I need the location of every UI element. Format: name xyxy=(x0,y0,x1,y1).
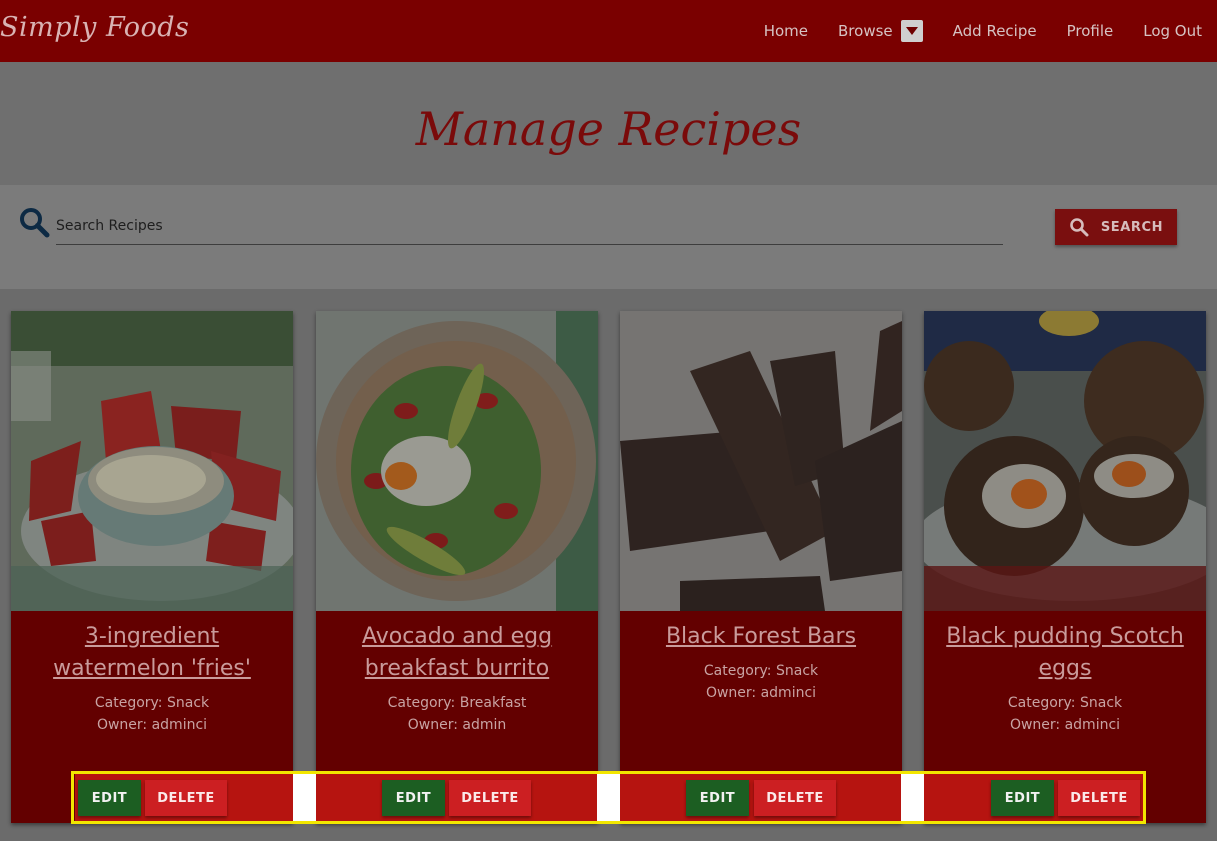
nav-profile-label: Profile xyxy=(1066,22,1114,40)
edit-button[interactable]: EDIT xyxy=(686,780,749,816)
nav-log-out-label: Log Out xyxy=(1143,22,1202,40)
search-input[interactable] xyxy=(56,208,1003,245)
nav-log-out[interactable]: Log Out xyxy=(1128,22,1217,40)
recipe-category: Category: Snack xyxy=(703,663,819,679)
recipe-image[interactable] xyxy=(924,311,1206,611)
recipe-owner: Owner: admin xyxy=(407,717,507,733)
recipe-image[interactable] xyxy=(11,311,293,611)
navbar: Simply Foods Home Browse Add Recipe Prof… xyxy=(0,0,1217,62)
card-gap xyxy=(901,774,924,821)
delete-button[interactable]: DELETE xyxy=(449,780,531,816)
recipe-image[interactable] xyxy=(316,311,598,611)
recipe-card: Black pudding Scotch eggs Category: Snac… xyxy=(924,311,1206,823)
delete-button[interactable]: DELETE xyxy=(1058,780,1140,816)
recipe-image[interactable] xyxy=(620,311,902,611)
recipe-owner: Owner: adminci xyxy=(1009,717,1121,733)
nav-home-label: Home xyxy=(763,22,809,40)
recipe-card: Black Forest Bars Category: Snack Owner:… xyxy=(620,311,902,823)
delete-button[interactable]: DELETE xyxy=(754,780,836,816)
brand-logo[interactable]: Simply Foods xyxy=(0,12,189,43)
recipe-category: Category: Snack xyxy=(94,695,210,711)
page-title: Manage Recipes xyxy=(415,102,802,156)
recipe-owner: Owner: adminci xyxy=(705,685,817,701)
nav-add-recipe[interactable]: Add Recipe xyxy=(938,22,1052,40)
recipe-title-link[interactable]: Black Forest Bars xyxy=(626,621,896,653)
recipe-title-link[interactable]: Black pudding Scotch eggs xyxy=(930,621,1200,685)
recipe-card: 3-ingredient watermelon 'fries' Category… xyxy=(11,311,293,823)
search-button-label: SEARCH xyxy=(1100,219,1164,235)
card-gap xyxy=(597,774,620,821)
search-button[interactable]: SEARCH xyxy=(1055,209,1177,245)
recipe-category: Category: Snack xyxy=(1007,695,1123,711)
recipe-category: Category: Breakfast xyxy=(387,695,527,711)
nav-home[interactable]: Home xyxy=(749,22,823,40)
nav-links: Home Browse Add Recipe Profile Log Out xyxy=(749,0,1217,62)
nav-browse-label: Browse xyxy=(838,22,893,40)
search-icon xyxy=(20,208,50,238)
edit-button[interactable]: EDIT xyxy=(78,780,141,816)
search-button-icon xyxy=(1070,218,1089,237)
delete-button[interactable]: DELETE xyxy=(145,780,227,816)
nav-browse[interactable]: Browse xyxy=(823,20,938,42)
edit-button[interactable]: EDIT xyxy=(382,780,445,816)
nav-profile[interactable]: Profile xyxy=(1052,22,1129,40)
recipe-card: Avocado and egg breakfast burrito Catego… xyxy=(316,311,598,823)
recipe-title-link[interactable]: 3-ingredient watermelon 'fries' xyxy=(17,621,287,685)
recipe-title-link[interactable]: Avocado and egg breakfast burrito xyxy=(322,621,592,685)
card-actions-bar xyxy=(75,774,1143,821)
nav-add-recipe-label: Add Recipe xyxy=(952,22,1037,40)
edit-button[interactable]: EDIT xyxy=(991,780,1054,816)
recipe-owner: Owner: adminci xyxy=(96,717,208,733)
card-gap xyxy=(293,774,316,821)
chevron-down-icon[interactable] xyxy=(900,20,923,42)
